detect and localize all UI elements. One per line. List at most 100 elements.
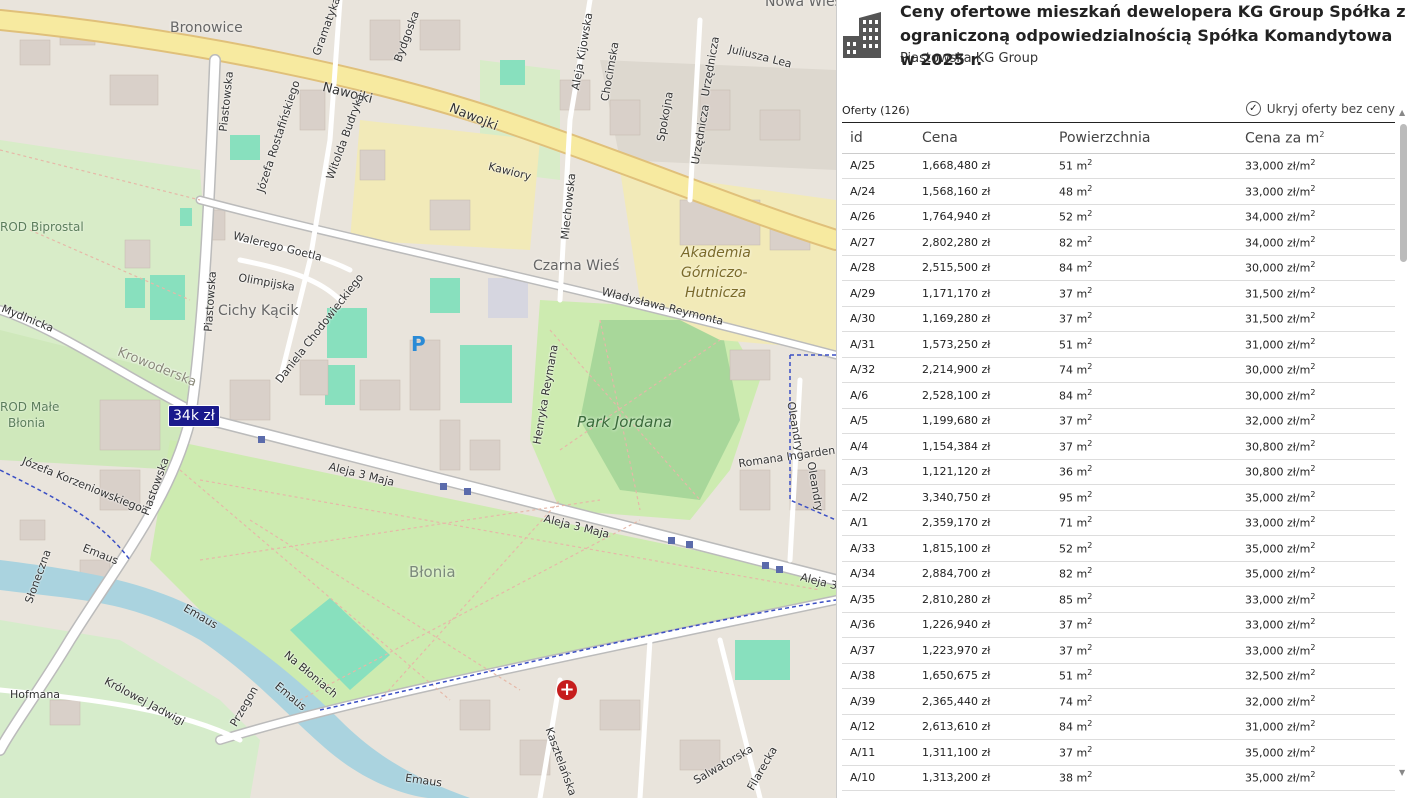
scroll-up-arrow-icon[interactable]: ▲ xyxy=(1399,108,1405,117)
table-row[interactable]: A/10 1,313,200 zł 38 m2 35,000 zł/m2 xyxy=(842,765,1395,791)
cell-id: A/3 xyxy=(842,459,914,485)
cell-price-per-m2: 30,800 zł/m2 xyxy=(1237,433,1395,460)
cell-ppm-value: 33,000 xyxy=(1245,644,1284,658)
cell-id: A/35 xyxy=(842,586,914,613)
cell-id-value: A/34 xyxy=(850,567,876,581)
cell-price-value: 1,169,280 zł xyxy=(922,312,991,326)
cell-id-value: A/12 xyxy=(850,720,876,734)
cell-id: A/36 xyxy=(842,612,914,638)
table-row[interactable]: A/33 1,815,100 zł 52 m2 35,000 zł/m2 xyxy=(842,535,1395,562)
cell-price-per-m2: 31,500 zł/m2 xyxy=(1237,306,1395,332)
cell-id-value: A/10 xyxy=(850,771,876,785)
cell-ppm-unit: zł/m xyxy=(1287,491,1311,505)
table-row[interactable]: A/11 1,311,100 zł 37 m2 35,000 zł/m2 xyxy=(842,739,1395,766)
cell-id-value: A/4 xyxy=(850,439,869,453)
cell-price: 1,815,100 zł xyxy=(914,535,1051,562)
check-icon[interactable]: ✓ xyxy=(1245,101,1261,116)
cell-price-value: 1,199,680 zł xyxy=(922,414,991,428)
cell-id-value: A/29 xyxy=(850,286,876,300)
table-row[interactable]: A/28 2,515,500 zł 84 m2 30,000 zł/m2 xyxy=(842,255,1395,281)
cell-area: 37 m2 xyxy=(1051,280,1237,307)
cell-id-value: A/26 xyxy=(850,210,876,224)
cell-price: 1,154,384 zł xyxy=(914,433,1051,460)
cell-ppm-unit: zł/m xyxy=(1287,746,1311,760)
cell-area: 38 m2 xyxy=(1051,765,1237,791)
cell-price: 1,226,940 zł xyxy=(914,612,1051,638)
map-view[interactable]: Bronowice Nawojki Nawojki Bydgoska Grama… xyxy=(0,0,836,798)
offers-bar: Oferty (126) ✓ Ukryj oferty bez ceny xyxy=(842,101,1395,123)
cell-id: A/6 xyxy=(842,382,914,409)
hide-no-price-toggle[interactable]: ✓ Ukryj oferty bez ceny xyxy=(1245,101,1395,116)
table-row[interactable]: A/1 2,359,170 zł 71 m2 33,000 zł/m2 xyxy=(842,510,1395,536)
cell-id: A/24 xyxy=(842,178,914,205)
column-header-price-per-m2[interactable]: Cena za m2 xyxy=(1237,124,1395,154)
table-row[interactable]: A/24 1,568,160 zł 48 m2 33,000 zł/m2 xyxy=(842,178,1395,205)
table-row[interactable]: A/37 1,223,970 zł 37 m2 33,000 zł/m2 xyxy=(842,637,1395,664)
cell-area-value: 48 xyxy=(1059,185,1073,199)
cell-id: A/38 xyxy=(842,663,914,689)
column-header-area[interactable]: Powierzchnia xyxy=(1051,124,1237,154)
cell-id-value: A/11 xyxy=(850,745,876,759)
table-row[interactable]: A/32 2,214,900 zł 74 m2 30,000 zł/m2 xyxy=(842,357,1395,383)
scroll-thumb[interactable] xyxy=(1400,124,1407,262)
cell-price: 1,199,680 zł xyxy=(914,408,1051,434)
map-canvas[interactable] xyxy=(0,0,836,798)
cell-price: 1,223,970 zł xyxy=(914,637,1051,664)
cell-price-per-m2: 33,000 zł/m2 xyxy=(1237,612,1395,638)
table-row[interactable]: A/25 1,668,480 zł 51 m2 33,000 zł/m2 xyxy=(842,153,1395,179)
table-row[interactable]: A/6 2,528,100 zł 84 m2 30,000 zł/m2 xyxy=(842,382,1395,409)
table-scrollbar[interactable]: ▲ ▼ xyxy=(1398,108,1410,798)
table-row[interactable]: A/2 3,340,750 zł 95 m2 35,000 zł/m2 xyxy=(842,484,1395,511)
table-row[interactable]: A/38 1,650,675 zł 51 m2 32,500 zł/m2 xyxy=(842,663,1395,689)
table-row[interactable]: A/4 1,154,384 zł 37 m2 30,800 zł/m2 xyxy=(842,433,1395,460)
cell-id: A/1 xyxy=(842,510,914,536)
table-row[interactable]: A/36 1,226,940 zł 37 m2 33,000 zł/m2 xyxy=(842,612,1395,638)
table-row[interactable]: A/34 2,884,700 zł 82 m2 35,000 zł/m2 xyxy=(842,561,1395,587)
cell-area: 37 m2 xyxy=(1051,637,1237,664)
map-label-nowa-wies: Nowa Wieś xyxy=(765,0,836,10)
column-header-area-label: Powierzchnia xyxy=(1059,130,1151,147)
table-row[interactable]: A/27 2,802,280 zł 82 m2 34,000 zł/m2 xyxy=(842,229,1395,256)
cell-area-unit: m xyxy=(1076,415,1088,429)
cell-area-value: 84 xyxy=(1059,389,1073,403)
cell-area: 37 m2 xyxy=(1051,306,1237,332)
cell-area-value: 36 xyxy=(1059,466,1073,480)
cell-area-value: 84 xyxy=(1059,721,1073,735)
offers-table-container[interactable]: id Cena Powierzchnia Cena za m2 A/25 1,66… xyxy=(842,124,1395,798)
cell-area-unit: m xyxy=(1076,542,1088,556)
cell-price-per-m2: 35,000 zł/m2 xyxy=(1237,739,1395,766)
table-row[interactable]: A/35 2,810,280 zł 85 m2 33,000 zł/m2 xyxy=(842,586,1395,613)
cell-ppm-unit: zł/m xyxy=(1287,211,1311,225)
cell-area-unit: m xyxy=(1076,160,1088,174)
table-row[interactable]: A/39 2,365,440 zł 74 m2 32,000 zł/m2 xyxy=(842,688,1395,715)
cell-area-value: 51 xyxy=(1059,338,1073,352)
cell-ppm-unit: zł/m xyxy=(1287,236,1311,250)
map-label-akademia-2: Górniczo- xyxy=(681,265,748,281)
price-marker[interactable]: 34k zł xyxy=(168,405,220,427)
cell-area-unit: m xyxy=(1076,670,1088,684)
cell-price: 1,311,100 zł xyxy=(914,739,1051,766)
cell-ppm-value: 33,000 xyxy=(1245,185,1284,199)
cell-ppm-value: 35,000 xyxy=(1245,746,1284,760)
table-row[interactable]: A/3 1,121,120 zł 36 m2 30,800 zł/m2 xyxy=(842,459,1395,485)
cell-price-per-m2: 32,500 zł/m2 xyxy=(1237,663,1395,689)
table-row[interactable]: A/31 1,573,250 zł 51 m2 31,000 zł/m2 xyxy=(842,331,1395,358)
table-row[interactable]: A/30 1,169,280 zł 37 m2 31,500 zł/m2 xyxy=(842,306,1395,332)
column-header-price[interactable]: Cena xyxy=(914,124,1051,154)
cell-id-value: A/36 xyxy=(850,618,876,632)
cell-id-value: A/31 xyxy=(850,337,876,351)
cell-price: 2,613,610 zł xyxy=(914,714,1051,740)
scroll-down-arrow-icon[interactable]: ▼ xyxy=(1399,768,1405,777)
cell-ppm-unit: zł/m xyxy=(1287,415,1311,429)
table-row[interactable]: A/26 1,764,940 zł 52 m2 34,000 zł/m2 xyxy=(842,204,1395,230)
table-row[interactable]: A/29 1,171,170 zł 37 m2 31,500 zł/m2 xyxy=(842,280,1395,307)
map-label-akademia-3: Hutnicza xyxy=(685,285,747,301)
table-row[interactable]: A/5 1,199,680 zł 37 m2 32,000 zł/m2 xyxy=(842,408,1395,434)
cell-ppm-unit: zł/m xyxy=(1287,721,1311,735)
cell-area-value: 37 xyxy=(1059,415,1073,429)
column-header-id[interactable]: id xyxy=(842,124,914,154)
cell-area-value: 71 xyxy=(1059,517,1073,531)
cell-ppm-unit: zł/m xyxy=(1287,262,1311,276)
table-row[interactable]: A/12 2,613,610 zł 84 m2 31,000 zł/m2 xyxy=(842,714,1395,740)
cell-area-value: 51 xyxy=(1059,670,1073,684)
